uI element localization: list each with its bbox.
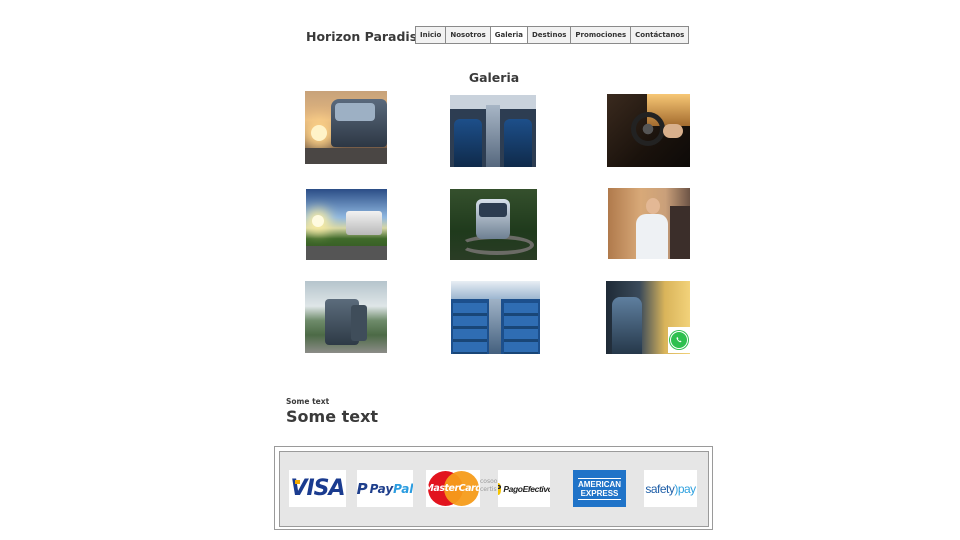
pagoefectivo-logo: P PagoEfectivo (498, 470, 550, 507)
nav-item-inicio[interactable]: Inicio (416, 27, 447, 43)
nav-item-contactanos[interactable]: Contáctanos (631, 27, 688, 43)
safetypay-text-pay: )pay (674, 481, 696, 496)
paypal-text-pal: Pal (393, 481, 413, 496)
nav-item-destinos[interactable]: Destinos (528, 27, 572, 43)
paypal-logo: P Pay Pal (357, 470, 413, 507)
paypal-text-pay: Pay (369, 481, 394, 496)
amex-logo: AMERICAN EXPRESS (573, 470, 626, 507)
site-brand[interactable]: Horizon Paradise (306, 29, 426, 44)
mastercard-text: MasterCard (426, 483, 480, 494)
whatsapp-button[interactable] (668, 327, 690, 353)
gallery-photo-blue-seats[interactable] (451, 281, 540, 354)
pagoefectivo-icon: P (498, 482, 502, 495)
gallery-photo-bus-sunset[interactable] (305, 91, 387, 164)
page: Horizon Paradise Inicio Nosotros Galeria… (0, 0, 960, 540)
gallery-photo-bus-forest[interactable] (450, 189, 537, 260)
visa-logo: VISA (289, 470, 346, 507)
amex-text: AMERICAN EXPRESS (577, 477, 622, 500)
nav-item-promociones[interactable]: Promociones (571, 27, 632, 43)
subheading: Some text (286, 397, 330, 406)
mastercard-logo: MasterCard (426, 470, 480, 507)
nav-item-galeria[interactable]: Galeria (490, 27, 528, 43)
gallery-photo-passenger[interactable] (608, 188, 690, 259)
safetypay-logo: safety )pay (644, 470, 697, 507)
gallery-photo-bus-road[interactable] (306, 189, 387, 260)
whatsapp-icon (670, 331, 688, 349)
gallery-photo-steering-wheel[interactable] (607, 94, 690, 167)
paypal-p-icon: P (357, 479, 368, 498)
heading: Some text (286, 407, 379, 426)
nav-item-nosotros[interactable]: Nosotros (446, 27, 491, 43)
gallery-photo-double-deck-bus[interactable] (305, 281, 387, 353)
gallery-title: Galeria (468, 70, 520, 85)
main-nav: Inicio Nosotros Galeria Destinos Promoci… (415, 26, 690, 44)
safetypay-text-safety: safety (645, 481, 675, 496)
gallery-photo-bus-interior[interactable] (450, 95, 536, 167)
pagoefectivo-text: PagoEfectivo (503, 483, 550, 494)
